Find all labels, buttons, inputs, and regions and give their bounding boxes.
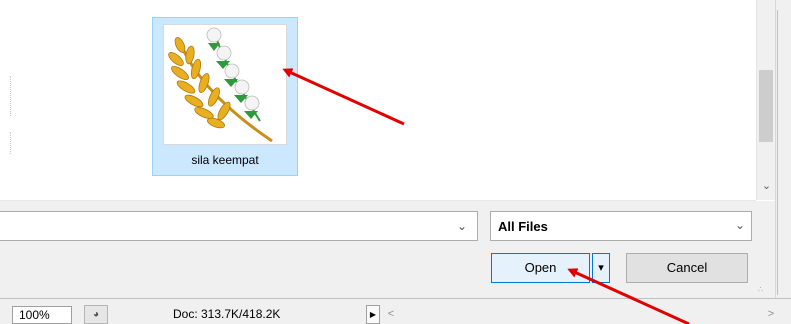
scroll-right-icon[interactable]: >	[764, 305, 778, 324]
file-item-label: sila keempat	[191, 153, 259, 167]
file-type-select[interactable]: All Files ⌄	[490, 211, 752, 241]
cancel-button[interactable]: Cancel	[626, 253, 748, 283]
document-info-icon[interactable]: ◕	[84, 305, 108, 324]
zoom-level-field[interactable]: 100%	[12, 306, 72, 324]
window-frame-edge	[777, 10, 778, 295]
file-thumbnail	[163, 24, 287, 145]
document-size-info: Doc: 313.7K/418.2K	[173, 307, 281, 321]
scrollbar-thumb[interactable]	[759, 70, 773, 142]
status-menu-arrow-icon[interactable]: ▶	[366, 305, 380, 324]
scroll-down-icon[interactable]: ⌄	[757, 176, 776, 196]
truncated-item-edge	[10, 132, 12, 154]
open-options-dropdown-button[interactable]: ▾	[592, 253, 610, 283]
open-button[interactable]: Open	[491, 253, 590, 283]
file-list-pane[interactable]	[0, 0, 756, 200]
chevron-down-icon[interactable]: ⌄	[449, 214, 475, 238]
truncated-item-edge	[10, 76, 12, 116]
file-name-input[interactable]	[0, 211, 478, 241]
file-item-sila-keempat[interactable]: sila keempat	[152, 17, 298, 176]
scroll-left-icon[interactable]: <	[384, 305, 398, 324]
file-type-value: All Files	[498, 219, 548, 234]
vertical-scrollbar[interactable]: ⌄	[756, 0, 775, 200]
next-item-partial	[155, 186, 293, 200]
resize-grip-icon[interactable]: ∴	[758, 284, 772, 296]
chevron-down-icon: ⌄	[734, 218, 745, 232]
rice-sheaf-cotton-icon	[168, 27, 273, 143]
